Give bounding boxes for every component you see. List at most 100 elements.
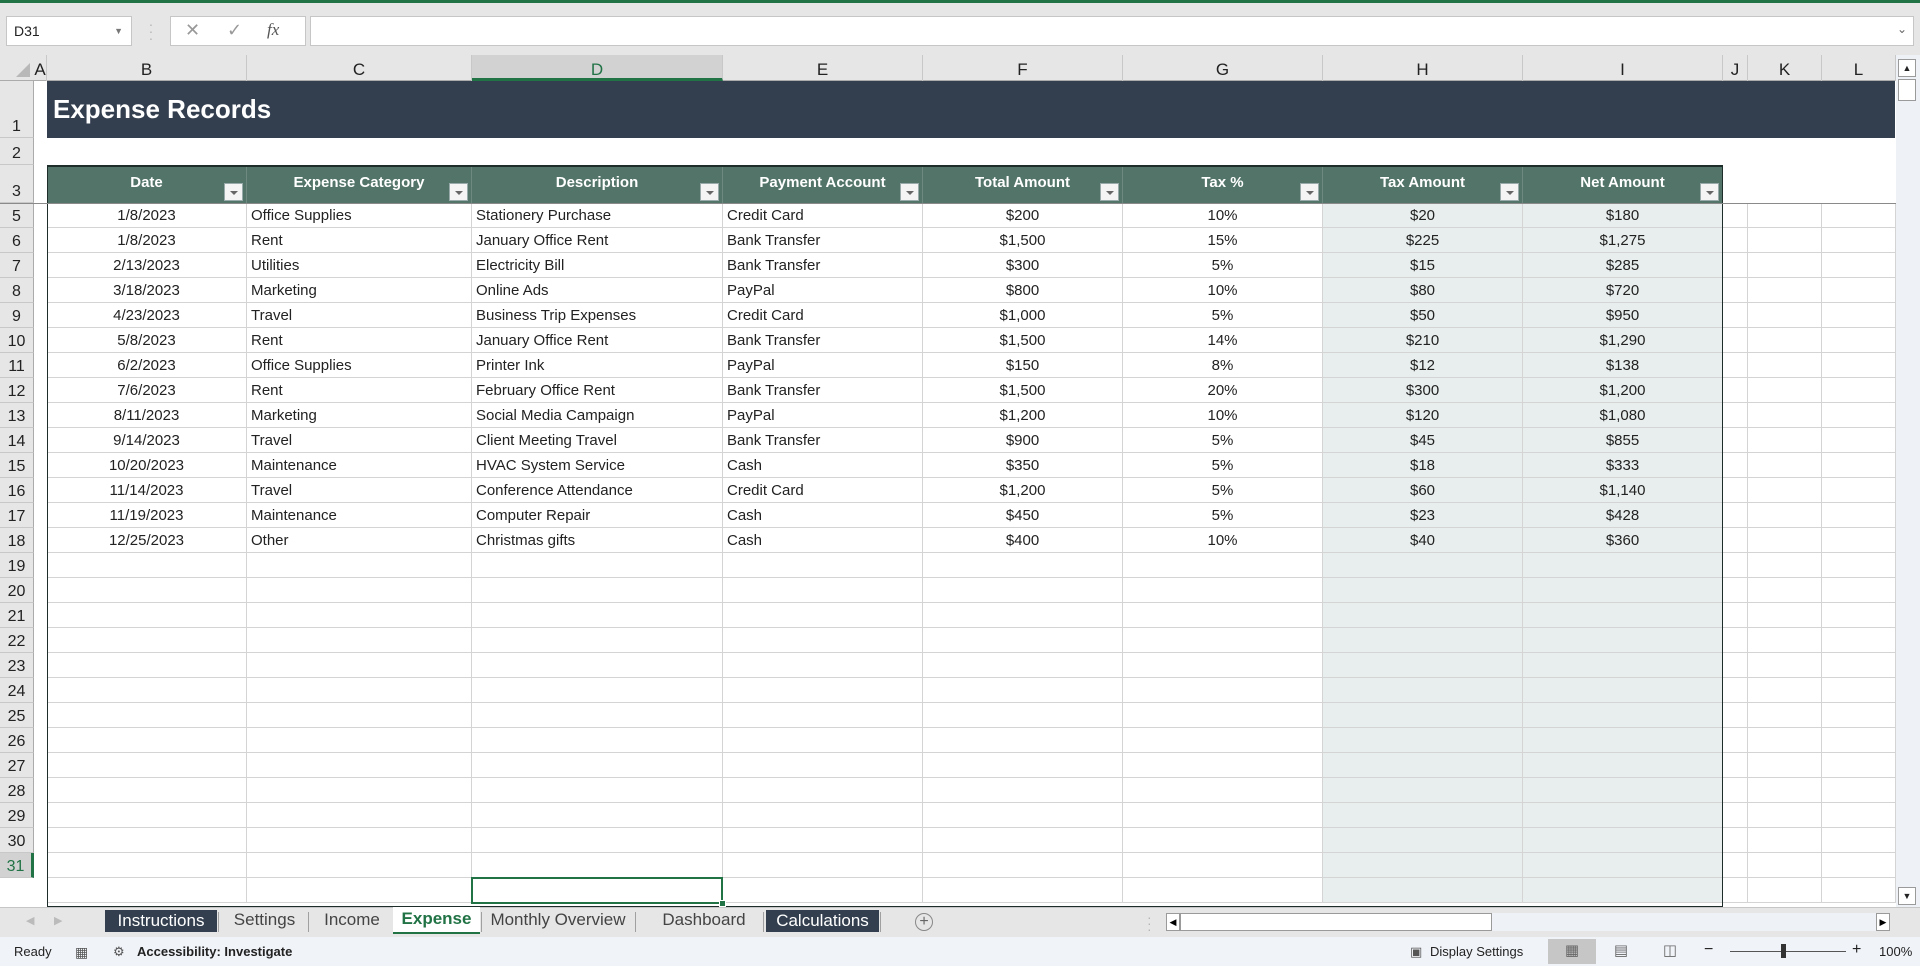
empty-cell[interactable] — [723, 603, 923, 628]
table-cell[interactable]: 12/25/2023 — [47, 528, 247, 553]
empty-cell[interactable] — [1822, 578, 1896, 603]
table-cell[interactable]: PayPal — [723, 353, 923, 378]
table-cell[interactable]: $50 — [1323, 303, 1523, 328]
grip-icon[interactable]: · · · — [148, 17, 154, 45]
table-cell[interactable]: 1/8/2023 — [47, 203, 247, 228]
scroll-down-icon[interactable]: ▼ — [1898, 887, 1916, 905]
table-cell[interactable]: 5/8/2023 — [47, 328, 247, 353]
table-cell[interactable]: $1,000 — [923, 303, 1123, 328]
empty-cell[interactable] — [1822, 753, 1896, 778]
empty-cell[interactable] — [1822, 478, 1896, 503]
column-header-d[interactable]: D — [472, 55, 723, 81]
table-cell[interactable]: $80 — [1323, 278, 1523, 303]
empty-cell[interactable] — [1822, 628, 1896, 653]
table-cell[interactable]: Marketing — [247, 403, 472, 428]
table-cell[interactable]: Bank Transfer — [723, 328, 923, 353]
empty-cell[interactable] — [247, 703, 472, 728]
column-header-l[interactable]: L — [1822, 55, 1896, 81]
empty-cell[interactable] — [47, 678, 247, 703]
column-header-a[interactable]: A — [34, 55, 47, 81]
empty-cell[interactable] — [1723, 653, 1748, 678]
empty-cell[interactable] — [247, 628, 472, 653]
filter-dropdown-icon[interactable] — [700, 183, 719, 201]
empty-cell[interactable] — [1748, 753, 1822, 778]
table-cell[interactable]: Travel — [247, 428, 472, 453]
empty-cell[interactable] — [472, 628, 723, 653]
empty-cell[interactable] — [1723, 878, 1748, 903]
empty-cell[interactable] — [723, 578, 923, 603]
empty-cell[interactable] — [1123, 753, 1323, 778]
empty-cell[interactable] — [47, 803, 247, 828]
empty-cell[interactable] — [472, 603, 723, 628]
empty-cell[interactable] — [723, 828, 923, 853]
empty-cell[interactable] — [1723, 803, 1748, 828]
empty-cell[interactable] — [1723, 278, 1748, 303]
table-cell[interactable]: Other — [247, 528, 472, 553]
table-cell[interactable]: $210 — [1323, 328, 1523, 353]
empty-cell[interactable] — [1748, 453, 1822, 478]
empty-cell[interactable] — [1748, 278, 1822, 303]
tab-split-grip[interactable]: · · · — [1147, 910, 1152, 936]
filter-dropdown-icon[interactable] — [449, 183, 468, 201]
table-cell[interactable]: 5% — [1123, 503, 1323, 528]
table-cell[interactable]: $333 — [1523, 453, 1723, 478]
empty-cell[interactable] — [1323, 853, 1523, 878]
empty-cell[interactable] — [1323, 753, 1523, 778]
empty-cell[interactable] — [923, 703, 1123, 728]
table-cell[interactable]: Cash — [723, 453, 923, 478]
empty-cell[interactable] — [47, 578, 247, 603]
sheet-tab-expense[interactable]: Expense — [393, 907, 480, 934]
empty-cell[interactable] — [1748, 228, 1822, 253]
empty-cell[interactable] — [1323, 828, 1523, 853]
table-cell[interactable]: 5% — [1123, 428, 1323, 453]
empty-cell[interactable] — [1748, 578, 1822, 603]
empty-cell[interactable] — [1748, 553, 1822, 578]
table-cell[interactable]: 10% — [1123, 528, 1323, 553]
empty-cell[interactable] — [923, 753, 1123, 778]
empty-cell[interactable] — [472, 703, 723, 728]
table-cell[interactable]: February Office Rent — [472, 378, 723, 403]
normal-view-icon[interactable]: ▦ — [1548, 939, 1596, 964]
empty-cell[interactable] — [1822, 453, 1896, 478]
add-sheet-icon[interactable]: + — [915, 913, 933, 931]
empty-cell[interactable] — [1123, 653, 1323, 678]
table-cell[interactable]: Rent — [247, 328, 472, 353]
table-cell[interactable]: Marketing — [247, 278, 472, 303]
empty-cell[interactable] — [1123, 778, 1323, 803]
table-cell[interactable]: $720 — [1523, 278, 1723, 303]
zoom-slider[interactable] — [1730, 951, 1846, 952]
empty-cell[interactable] — [1822, 828, 1896, 853]
empty-cell[interactable] — [923, 878, 1123, 903]
table-cell[interactable]: $900 — [923, 428, 1123, 453]
row-header-13[interactable]: 13 — [0, 403, 34, 428]
empty-cell[interactable] — [1748, 728, 1822, 753]
empty-cell[interactable] — [247, 828, 472, 853]
table-cell[interactable]: $15 — [1323, 253, 1523, 278]
table-cell[interactable]: $60 — [1323, 478, 1523, 503]
table-cell[interactable]: 11/19/2023 — [47, 503, 247, 528]
empty-cell[interactable] — [1123, 553, 1323, 578]
empty-cell[interactable] — [1123, 853, 1323, 878]
empty-cell[interactable] — [47, 703, 247, 728]
empty-cell[interactable] — [1123, 678, 1323, 703]
name-box[interactable]: D31 ▼ — [6, 16, 132, 46]
empty-cell[interactable] — [472, 553, 723, 578]
empty-cell[interactable] — [472, 803, 723, 828]
empty-cell[interactable] — [723, 678, 923, 703]
row-header-27[interactable]: 27 — [0, 753, 34, 778]
column-header-i[interactable]: I — [1523, 55, 1723, 81]
column-header-c[interactable]: C — [247, 55, 472, 81]
table-cell[interactable]: January Office Rent — [472, 228, 723, 253]
table-cell[interactable]: January Office Rent — [472, 328, 723, 353]
empty-cell[interactable] — [1723, 528, 1748, 553]
row-header-7[interactable]: 7 — [0, 253, 34, 278]
empty-cell[interactable] — [1822, 503, 1896, 528]
empty-cell[interactable] — [472, 828, 723, 853]
empty-cell[interactable] — [723, 778, 923, 803]
table-cell[interactable]: Credit Card — [723, 203, 923, 228]
empty-cell[interactable] — [472, 653, 723, 678]
table-cell[interactable]: $120 — [1323, 403, 1523, 428]
selected-cell-box[interactable] — [471, 877, 726, 907]
row-header-31[interactable]: 31 — [0, 853, 34, 878]
table-cell[interactable]: Printer Ink — [472, 353, 723, 378]
